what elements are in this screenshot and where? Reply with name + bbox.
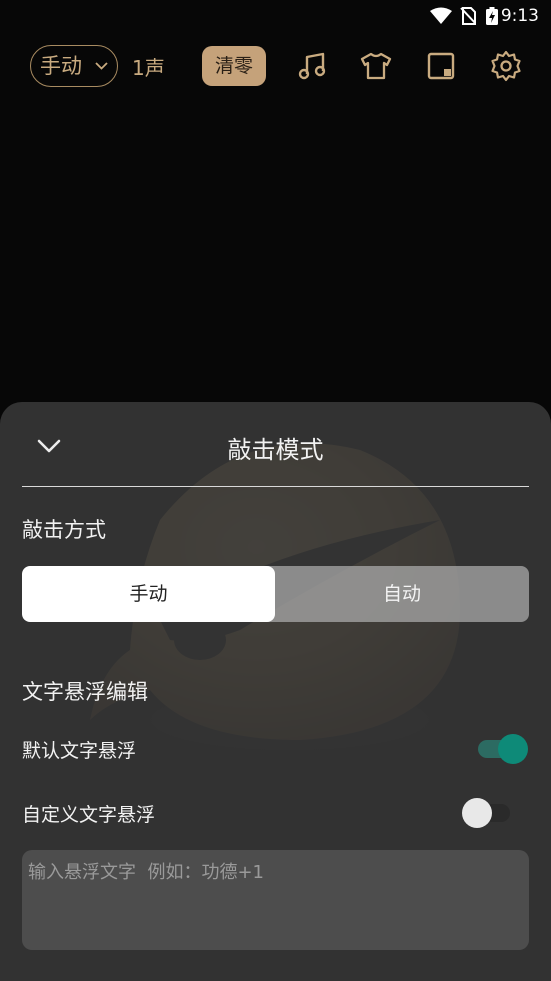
default-float-toggle[interactable] [474,734,528,764]
tap-method-heading: 敲击方式 [22,518,106,542]
mode-dropdown[interactable]: 手动 [30,45,118,87]
custom-float-toggle[interactable] [462,798,514,828]
text-float-heading: 文字悬浮编辑 [22,680,148,704]
divider [22,486,529,487]
default-float-label: 默认文字悬浮 [22,740,137,762]
mode-label: 手动 [40,54,82,78]
battery-charging-icon [486,7,498,25]
manual-option[interactable]: 手动 [22,566,275,622]
gear-icon[interactable] [490,50,522,82]
clock: 9:13 [500,6,539,26]
float-text-input[interactable] [22,850,529,950]
square-icon[interactable] [425,50,457,82]
wifi-icon [430,7,452,24]
toggle-knob [462,798,492,828]
music-icon[interactable] [296,50,328,82]
sheet-title: 敲击模式 [227,436,324,464]
no-sim-icon [460,7,476,25]
clear-button[interactable]: 清零 [202,46,266,86]
tap-count: 1声 [132,56,165,80]
auto-option[interactable]: 自动 [275,566,529,622]
custom-float-label: 自定义文字悬浮 [22,804,156,826]
chevron-down-icon [95,62,108,70]
shirt-icon[interactable] [360,50,392,82]
toggle-knob [498,734,528,764]
tap-mode-sheet: 敲击模式 敲击方式 手动 自动 文字悬浮编辑 默认文字悬浮 自定义文字悬浮 [0,402,551,981]
tap-method-segmented-control: 手动 自动 [22,566,529,622]
status-bar: 9:13 [0,0,551,32]
